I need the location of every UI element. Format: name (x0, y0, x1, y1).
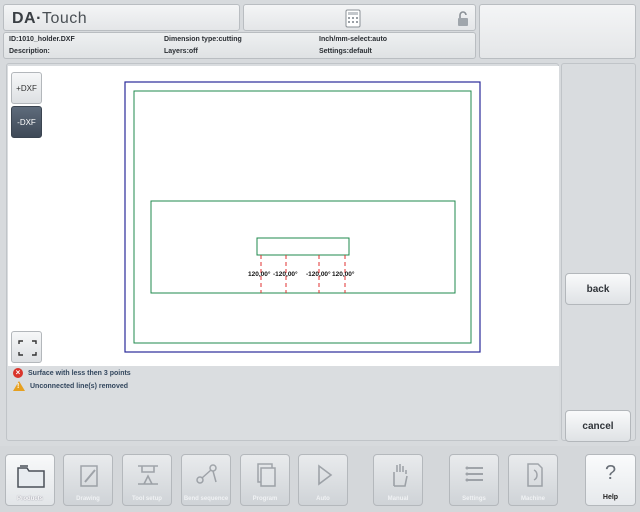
plus-dxf-button[interactable]: +DXF (11, 72, 42, 104)
message-warning: ! Unconnected line(s) removed (13, 381, 128, 391)
nav-products[interactable]: Products (5, 454, 55, 506)
unlock-icon[interactable] (457, 11, 471, 27)
bend-label-4: 120,00° (332, 270, 355, 278)
warning-icon: ! (13, 381, 25, 391)
bend-label-2: -120,00° (273, 270, 298, 278)
error-icon: × (13, 368, 23, 378)
hand-icon (393, 464, 408, 487)
bend-label-3: -120,00° (306, 270, 331, 278)
zoom-fit-button[interactable] (11, 331, 42, 363)
machine-icon (527, 463, 543, 487)
drawing-canvas[interactable]: 120,00° -120,00° -120,00° 120,00° (8, 66, 559, 366)
cancel-button[interactable]: cancel (565, 410, 631, 442)
logo: DA·Touch (12, 10, 88, 27)
info-id: ID:1010_holder.DXF (9, 36, 75, 43)
top-right-panel (479, 4, 636, 59)
folder-icon (17, 465, 45, 488)
nav-settings[interactable]: Settings (449, 454, 499, 506)
outer-contour (133, 90, 472, 344)
minus-dxf-button[interactable]: -DXF (11, 106, 42, 138)
nav-machine[interactable]: Machine (508, 454, 558, 506)
nav-drawing[interactable]: Drawing (63, 454, 113, 506)
outer-frame (124, 81, 481, 353)
inner-contour (150, 200, 456, 294)
nav-auto[interactable]: Auto (298, 454, 348, 506)
nav-manual[interactable]: Manual (373, 454, 423, 506)
list-icon (465, 466, 483, 482)
play-icon (318, 464, 333, 486)
info-inch-mm: Inch/mm-select:auto (319, 36, 388, 43)
status-panel (243, 4, 476, 31)
info-settings: Settings:default (319, 48, 372, 55)
info-layers: Layers:off (164, 48, 198, 55)
nav-program[interactable]: Program (240, 454, 290, 506)
message-area: × Surface with less then 3 points ! Unco… (8, 366, 559, 440)
message-error: × Surface with less then 3 points (13, 368, 131, 378)
pencil-icon (80, 465, 98, 487)
back-button[interactable]: back (565, 273, 631, 305)
nav-bend-sequence[interactable]: Bend sequence (181, 454, 231, 506)
help-icon: ? (604, 462, 617, 484)
nav-tool-setup[interactable]: Tool setup (122, 454, 172, 506)
bend-label-1: 120,00° (248, 270, 271, 278)
slot-contour (256, 237, 350, 256)
right-column (561, 63, 636, 441)
info-description: Description: (9, 48, 50, 55)
zoom-fit-icon (18, 340, 37, 356)
info-bar: ID:1010_holder.DXF Description: Dimensio… (3, 32, 476, 59)
help-button[interactable]: ? Help (585, 454, 636, 506)
pages-icon (257, 463, 276, 487)
dxf-drawing: 120,00° -120,00° -120,00° 120,00° (124, 81, 481, 353)
logo-panel: DA·Touch (3, 4, 240, 31)
info-dimension-type: Dimension type:cutting (164, 36, 242, 43)
sequence-icon (196, 464, 217, 484)
calculator-icon[interactable] (345, 9, 361, 28)
tool-icon (138, 465, 158, 485)
